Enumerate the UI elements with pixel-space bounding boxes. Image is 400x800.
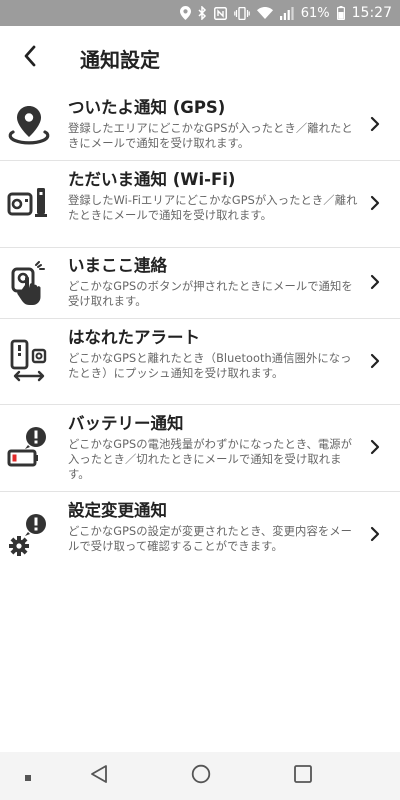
- list-item-arrival-gps[interactable]: ついたよ通知 (GPS) 登録したエリアにどこかなGPSが入ったとき／離れたとき…: [0, 90, 400, 161]
- menu-dot-icon: [24, 767, 32, 786]
- vibrate-icon: [233, 6, 250, 20]
- item-title: はなれたアラート: [68, 328, 200, 347]
- system-nav-bar: [0, 752, 400, 800]
- button-press-icon: [4, 259, 54, 309]
- list-item-settings-change[interactable]: 設定変更通知 どこかなGPSの設定が変更されたとき、変更内容をメールで受け取って…: [0, 492, 400, 579]
- battery-percent: 61%: [300, 5, 330, 21]
- nav-recents-button[interactable]: [288, 762, 318, 790]
- chevron-right-icon: [368, 193, 382, 213]
- chevron-right-icon: [368, 272, 382, 292]
- item-title: 設定変更通知: [68, 501, 167, 520]
- list-item-home-wifi[interactable]: ただいま通知 (Wi-Fi) 登録したWi-FiエリアにどこかなGPSが入ったと…: [0, 161, 400, 248]
- item-description: どこかなGPSと離れたとき（Bluetooth通信圏外になったとき）にプッシュ通…: [68, 352, 352, 380]
- chevron-right-icon: [368, 437, 382, 457]
- item-description: 登録したエリアにどこかなGPSが入ったとき／離れたときにメールで通知を受け取れま…: [68, 122, 353, 150]
- chevron-right-icon: [368, 524, 382, 544]
- notification-settings-list: ついたよ通知 (GPS) 登録したエリアにどこかなGPSが入ったとき／離れたとき…: [0, 90, 400, 579]
- chevron-right-icon: [368, 351, 382, 371]
- nfc-icon: [213, 6, 227, 20]
- wifi-icon: [256, 7, 273, 19]
- page-title: 通知設定: [80, 47, 160, 72]
- status-bar: 61% 15:27: [0, 0, 400, 26]
- item-description: どこかなGPSのボタンが押されたときにメールで通知を受け取れます。: [68, 280, 353, 308]
- signal-icon: [279, 6, 294, 20]
- list-item-separation-alert[interactable]: はなれたアラート どこかなGPSと離れたとき（Bluetooth通信圏外になった…: [0, 319, 400, 405]
- status-time: 15:27: [351, 5, 392, 21]
- list-item-here-contact[interactable]: いまここ連絡 どこかなGPSのボタンが押されたときにメールで通知を受け取れます。: [0, 248, 400, 319]
- item-title: いまここ連絡: [68, 256, 167, 275]
- settings-alert-icon: [4, 510, 54, 560]
- recents-square-icon: [293, 764, 313, 788]
- wifi-router-icon: [4, 179, 54, 229]
- item-title: バッテリー通知: [68, 414, 184, 433]
- item-description: どこかなGPSの設定が変更されたとき、変更内容をメールで受け取って確認することが…: [68, 525, 353, 553]
- battery-icon: [336, 6, 345, 20]
- phone-device-distance-icon: [4, 337, 54, 387]
- location-icon: [179, 6, 191, 20]
- list-item-battery-notice[interactable]: バッテリー通知 どこかなGPSの電池残量がわずかになったとき、電源が入ったとき／…: [0, 405, 400, 492]
- nav-back-button[interactable]: [84, 762, 114, 790]
- item-title: ただいま通知 (Wi-Fi): [68, 170, 236, 189]
- app-header: 通知設定: [0, 26, 400, 90]
- item-title: ついたよ通知 (GPS): [68, 98, 226, 117]
- back-button[interactable]: [0, 26, 60, 90]
- battery-alert-icon: [4, 423, 54, 473]
- item-description: 登録したWi-FiエリアにどこかなGPSが入ったとき／離れたときにメールで通知を…: [68, 194, 358, 222]
- location-pin-icon: [4, 100, 54, 150]
- menu-dot-button[interactable]: [20, 768, 36, 784]
- back-arrow-icon: [23, 45, 37, 71]
- bluetooth-icon: [198, 6, 207, 20]
- item-description: どこかなGPSの電池残量がわずかになったとき、電源が入ったとき／切れたときにメー…: [68, 438, 353, 481]
- chevron-right-icon: [368, 114, 382, 134]
- home-circle-icon: [191, 764, 211, 788]
- back-triangle-icon: [89, 764, 109, 788]
- nav-home-button[interactable]: [186, 762, 216, 790]
